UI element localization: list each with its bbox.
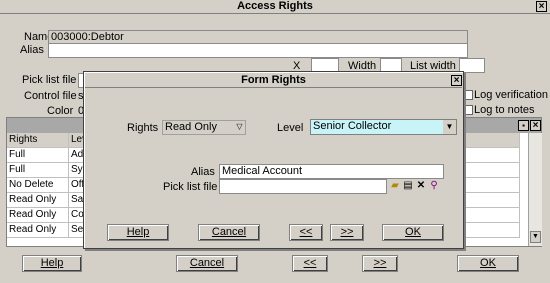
dialog-alias-label: Alias xyxy=(191,166,215,178)
grid-cell[interactable] xyxy=(462,193,520,208)
log-verification-label: Log verification xyxy=(474,89,548,101)
grid-cell[interactable]: No Delete xyxy=(7,178,69,193)
main-cancel-button[interactable]: Cancel xyxy=(176,255,238,272)
dialog-close-icon[interactable]: × xyxy=(451,75,462,86)
delete-icon[interactable]: ✕ xyxy=(415,180,427,192)
dialog-alias-field[interactable]: Medical Account xyxy=(219,164,444,179)
dialog-cancel-label: Cancel xyxy=(211,226,247,238)
main-next-button[interactable]: >> xyxy=(362,255,398,272)
dialog-rights-label: Rights xyxy=(127,122,159,134)
grid-close-icon[interactable]: × xyxy=(530,120,541,131)
alias-field[interactable] xyxy=(48,43,468,58)
main-help-button[interactable]: Help xyxy=(22,255,82,272)
dialog-picklist-label: Pick list file xyxy=(163,181,218,193)
main-close-icon[interactable]: × xyxy=(536,1,547,12)
main-next-label: >> xyxy=(373,257,387,269)
dialog-help-button[interactable]: Help xyxy=(107,224,169,241)
grid-cell[interactable]: Read Only xyxy=(7,193,69,208)
dialog-level-label: Level xyxy=(277,122,304,134)
dialog-next-label: >> xyxy=(340,226,354,238)
main-prev-button[interactable]: << xyxy=(292,255,328,272)
dialog-prev-button[interactable]: << xyxy=(289,224,323,241)
dialog-ok-button[interactable]: OK xyxy=(382,224,444,241)
dialog-prev-label: << xyxy=(299,226,313,238)
log-verification-checkbox[interactable] xyxy=(463,90,473,100)
main-prev-label: << xyxy=(303,257,317,269)
grid-cell[interactable] xyxy=(462,178,520,193)
open-folder-icon[interactable]: ▰ xyxy=(389,180,401,192)
main-cancel-label: Cancel xyxy=(189,257,225,269)
grid-header-rights[interactable]: Rights xyxy=(7,133,69,148)
control-file-label: Control file xyxy=(24,90,77,102)
grid-header-right-section xyxy=(462,133,520,148)
main-title: Access Rights xyxy=(237,0,313,12)
dialog-help-label: Help xyxy=(126,226,150,238)
grid-cell[interactable] xyxy=(462,163,520,178)
log-notes-checkbox[interactable] xyxy=(463,105,473,115)
dialog-title-bar: Form Rights xyxy=(85,73,462,88)
form-rights-dialog: Form Rights × Rights Read Only ▽ Level S… xyxy=(83,71,464,249)
main-ok-button[interactable]: OK xyxy=(457,255,519,272)
dialog-picklist-field[interactable] xyxy=(219,179,387,194)
print-icon[interactable]: ▤ xyxy=(402,180,414,192)
main-title-bar: Access Rights xyxy=(0,0,550,14)
grid-cell[interactable]: Read Only xyxy=(7,223,69,238)
main-help-label: Help xyxy=(40,257,64,269)
rights-select-value: Read Only xyxy=(165,121,217,133)
level-dropdown-icon[interactable]: ▼ xyxy=(443,120,456,134)
scroll-down-icon[interactable]: ▼ xyxy=(530,231,541,243)
dialog-ok-label: OK xyxy=(405,226,421,238)
log-notes-label: Log to notes xyxy=(474,104,535,116)
search-icon[interactable]: ⚲ xyxy=(428,180,440,192)
dialog-cancel-button[interactable]: Cancel xyxy=(198,224,260,241)
rights-dropdown-icon[interactable]: ▽ xyxy=(234,121,245,133)
grid-cell[interactable] xyxy=(462,208,520,223)
grid-cell[interactable] xyxy=(462,223,520,238)
grid-cell[interactable]: Full xyxy=(7,148,69,163)
grid-cell[interactable] xyxy=(462,148,520,163)
level-select[interactable]: Senior Collector ▼ xyxy=(310,119,457,135)
grid-cell[interactable]: Read Only xyxy=(7,208,69,223)
dialog-next-button[interactable]: >> xyxy=(330,224,364,241)
grid-cell[interactable]: Full xyxy=(7,163,69,178)
main-picklist-label: Pick list file xyxy=(22,74,77,86)
alias-label: Alias xyxy=(20,44,44,56)
grid-maximize-icon[interactable]: ▪ xyxy=(518,120,529,131)
main-ok-label: OK xyxy=(480,257,496,269)
level-select-value: Senior Collector xyxy=(313,120,392,132)
grid-scrollbar[interactable]: ▼ xyxy=(528,133,542,246)
dialog-title: Form Rights xyxy=(241,74,306,86)
